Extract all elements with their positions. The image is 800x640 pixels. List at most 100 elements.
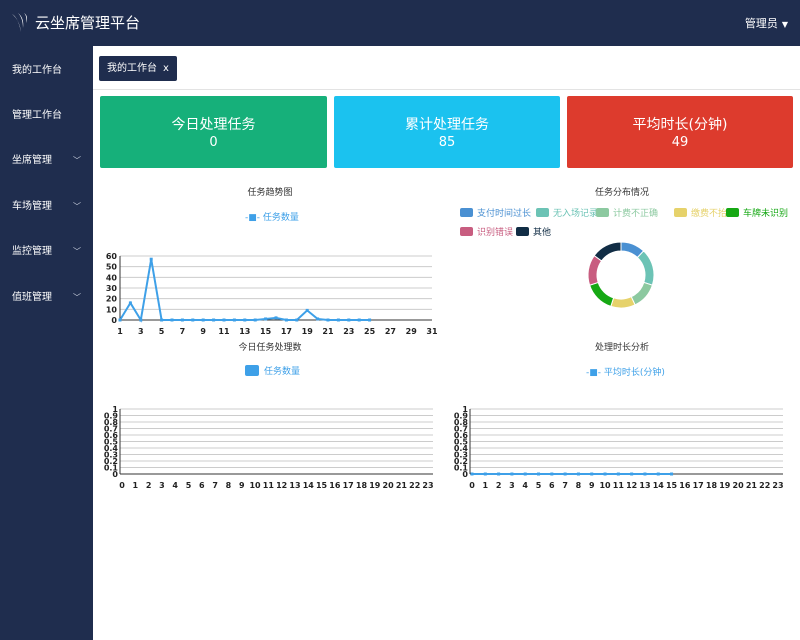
card-value: 49 <box>671 135 689 150</box>
x-tick-label: 6 <box>549 481 555 490</box>
y-tick-label: 40 <box>106 273 118 282</box>
data-point <box>510 472 514 476</box>
y-tick-label: 50 <box>106 263 118 272</box>
data-point <box>305 308 309 312</box>
legend-swatch <box>460 208 473 217</box>
x-tick-label: 12 <box>626 481 637 490</box>
x-tick-label: 31 <box>426 327 438 336</box>
data-point <box>483 472 487 476</box>
sidebar-item-agent-management[interactable]: 坐席管理 ﹀ <box>0 146 93 176</box>
x-tick-label: 3 <box>159 481 165 490</box>
data-point <box>616 472 620 476</box>
x-tick-label: 9 <box>239 481 245 490</box>
chart-legend[interactable]: -■- 任务数量 <box>245 210 299 223</box>
user-name: 管理员 <box>744 17 778 30</box>
data-point <box>576 472 580 476</box>
data-point <box>128 301 132 305</box>
y-tick-label: 1 <box>462 405 468 414</box>
x-tick-label: 14 <box>303 481 315 490</box>
x-tick-label: 11 <box>263 481 275 490</box>
x-tick-label: 15 <box>316 481 328 490</box>
stat-card-average-duration: 平均时长(分钟) 49 <box>567 96 793 168</box>
data-point <box>274 316 278 320</box>
x-tick-label: 14 <box>653 481 665 490</box>
pie-slice <box>593 241 622 262</box>
data-point <box>357 318 361 322</box>
x-tick-label: 7 <box>180 327 186 336</box>
x-tick-label: 11 <box>218 327 230 336</box>
x-tick-label: 0 <box>469 481 475 490</box>
y-tick-label: 60 <box>106 252 118 261</box>
data-point <box>264 317 268 321</box>
sidebar-item-label: 坐席管理 <box>12 155 52 166</box>
data-point <box>603 472 607 476</box>
top-navbar: 云坐席管理平台 管理员 ▼ <box>0 0 800 46</box>
x-tick-label: 16 <box>679 481 691 490</box>
data-point <box>118 318 122 322</box>
x-tick-label: 19 <box>369 481 381 490</box>
data-point <box>160 318 164 322</box>
data-point <box>201 318 205 322</box>
sidebar-item-monitor-management[interactable]: 监控管理 ﹀ <box>0 237 93 267</box>
x-tick-label: 2 <box>146 481 152 490</box>
x-tick-label: 3 <box>509 481 515 490</box>
x-tick-label: 19 <box>719 481 731 490</box>
data-point <box>336 318 340 322</box>
pie-slice <box>588 281 615 308</box>
data-point <box>232 318 236 322</box>
data-point <box>212 318 216 322</box>
x-tick-label: 17 <box>281 327 292 336</box>
tab-my-workbench[interactable]: 我的工作台 x <box>99 56 177 81</box>
y-tick-label: 30 <box>106 284 118 293</box>
x-tick-label: 15 <box>260 327 272 336</box>
pie-slice <box>630 281 654 306</box>
legend-swatch <box>516 227 529 236</box>
x-tick-label: 1 <box>133 481 139 490</box>
legend-swatch <box>726 208 739 217</box>
x-tick-label: 0 <box>119 481 125 490</box>
x-tick-label: 23 <box>772 481 783 490</box>
legend-swatch <box>536 208 549 217</box>
pie-slice <box>587 254 603 286</box>
sidebar-item-my-workbench[interactable]: 我的工作台 <box>0 56 93 86</box>
data-point <box>139 318 143 322</box>
data-point <box>316 317 320 321</box>
legend-label: 计费不正确 <box>613 207 658 219</box>
data-point <box>170 318 174 322</box>
card-value: 0 <box>209 135 218 150</box>
legend-label: 任务数量 <box>264 365 300 377</box>
x-tick-label: 5 <box>536 481 542 490</box>
data-point <box>656 472 660 476</box>
x-tick-label: 7 <box>562 481 568 490</box>
data-point <box>550 472 554 476</box>
x-tick-label: 18 <box>706 481 718 490</box>
data-point <box>347 318 351 322</box>
stat-card-total-tasks: 累计处理任务 85 <box>334 96 560 168</box>
data-point <box>295 318 299 322</box>
x-tick-label: 5 <box>159 327 165 336</box>
sidebar-item-label: 车场管理 <box>12 201 52 212</box>
x-tick-label: 10 <box>249 481 261 490</box>
x-tick-label: 22 <box>759 481 770 490</box>
data-point <box>284 318 288 322</box>
data-point <box>222 318 226 322</box>
card-title: 平均时长(分钟) <box>632 117 728 133</box>
chevron-down-icon: ﹀ <box>73 247 81 256</box>
x-tick-label: 1 <box>117 327 123 336</box>
legend-label: 任务数量 <box>262 213 299 223</box>
distribution-donut-chart: 支付时间过长 无入场记录 计费不正确 缴费不抬杆 车牌未识别识别错误 其他 <box>460 207 788 309</box>
legend-line-icon: -■- <box>245 213 260 223</box>
data-point <box>180 318 184 322</box>
x-tick-label: 18 <box>356 481 368 490</box>
app-title: 云坐席管理平台 <box>35 14 141 32</box>
user-menu[interactable]: 管理员 ▼ <box>745 15 788 31</box>
x-tick-label: 4 <box>172 481 178 490</box>
x-tick-label: 21 <box>396 481 408 490</box>
sidebar-item-admin-workbench[interactable]: 管理工作台 <box>0 101 93 131</box>
data-point <box>149 257 153 261</box>
x-tick-label: 13 <box>289 481 300 490</box>
sidebar-item-parking-management[interactable]: 车场管理 ﹀ <box>0 192 93 222</box>
x-tick-label: 1 <box>483 481 489 490</box>
sidebar-item-duty-management[interactable]: 值班管理 ﹀ <box>0 283 93 313</box>
close-icon[interactable]: x <box>163 63 169 74</box>
